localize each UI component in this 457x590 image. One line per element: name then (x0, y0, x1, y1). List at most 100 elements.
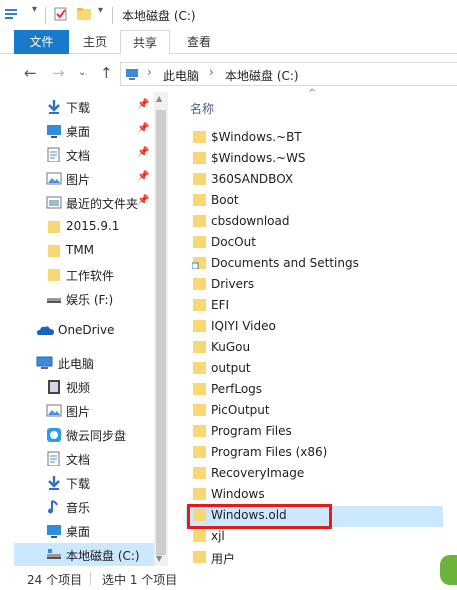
title-separator-2 (112, 7, 113, 24)
file-row[interactable]: Boot (186, 191, 443, 212)
picture-icon (46, 404, 62, 417)
status-bar: 24 个项目 选中 1 个项目 (0, 566, 457, 590)
nav-item-this-pc[interactable]: 此电脑 (0, 351, 154, 375)
folder-icon (193, 404, 206, 416)
nav-item-label: 图片 (66, 405, 91, 419)
folder-icon (193, 299, 206, 311)
pin-icon[interactable]: 📌 (137, 123, 149, 134)
sort-ascending-icon: ^ (308, 88, 317, 99)
nav-item-documents[interactable]: 文档 📌 (0, 143, 154, 167)
pin-icon[interactable]: 📌 (137, 195, 149, 206)
file-row[interactable]: EFI (186, 296, 443, 317)
nav-item-label: 图片 (66, 173, 91, 187)
file-name: IQIYI Video (211, 319, 276, 333)
folder-icon (193, 467, 206, 479)
file-row[interactable]: output (186, 359, 443, 380)
scroll-up-icon[interactable]: ▲ (156, 94, 162, 103)
folder-icon (193, 236, 206, 248)
folder-icon (193, 551, 206, 563)
file-row[interactable]: $Windows.~BT (186, 128, 443, 149)
nav-item-label: 微云同步盘 (66, 429, 127, 443)
nav-item-label: 2015.9.1 (66, 219, 120, 233)
nav-item-label: 本地磁盘 (C:) (66, 549, 140, 563)
picture-icon (46, 172, 62, 185)
video-icon (48, 380, 60, 394)
forward-arrow-icon[interactable]: → (52, 64, 65, 82)
file-name: RecoveryImage (211, 466, 305, 480)
back-arrow-icon[interactable]: ← (24, 64, 37, 82)
file-row[interactable]: Program Files (186, 422, 443, 443)
nav-item-label: 最近的文件夹 (66, 197, 139, 211)
tab-view[interactable]: 查看 (172, 30, 226, 54)
desktop-icon (47, 125, 61, 138)
folder-icon (48, 245, 60, 257)
nav-item-downloads-pc[interactable]: 下载 (0, 471, 154, 495)
file-name: Documents and Settings (211, 256, 359, 270)
nav-item-downloads[interactable]: 下载 📌 (0, 95, 154, 119)
folder-icon (193, 278, 206, 290)
nav-item-recent-folders[interactable]: 最近的文件夹 📌 (0, 191, 154, 215)
tab-home[interactable]: 主页 (70, 30, 120, 54)
file-row[interactable]: KuGou (186, 338, 443, 359)
tab-file[interactable]: 文件 (14, 30, 69, 54)
this-pc-icon (126, 69, 138, 80)
file-row[interactable]: cbsdownload (186, 212, 443, 233)
properties-icon[interactable] (4, 6, 20, 22)
up-arrow-icon[interactable]: ↑ (100, 64, 113, 82)
nav-item-desktop-pc[interactable]: 桌面 (0, 519, 154, 543)
tab-share[interactable]: 共享 (120, 30, 170, 55)
file-name: Program Files (211, 424, 292, 438)
nav-item-weiyun[interactable]: 微云同步盘 (0, 423, 154, 447)
file-name: PerfLogs (211, 382, 263, 396)
folder-icon (48, 221, 60, 233)
pin-icon[interactable]: 📌 (137, 99, 149, 110)
recent-locations-icon[interactable]: ⌄ (78, 67, 86, 78)
file-row[interactable]: PerfLogs (186, 380, 443, 401)
file-row[interactable]: 360SANDBOX (186, 170, 443, 191)
window-title: 本地磁盘 (C:) (122, 9, 196, 23)
file-row[interactable]: $Windows.~WS (186, 149, 443, 170)
nav-item-videos[interactable]: 视频 (0, 375, 154, 399)
nav-item-pictures-pc[interactable]: 图片 (0, 399, 154, 423)
file-row[interactable]: PicOutput (186, 401, 443, 422)
nav-item-music[interactable]: 音乐 (0, 495, 154, 519)
file-row[interactable]: IQIYI Video (186, 317, 443, 338)
pin-icon[interactable]: 📌 (137, 147, 149, 158)
file-row[interactable]: Documents and Settings (186, 254, 443, 275)
file-name: DocOut (211, 235, 256, 249)
folder-icon (193, 446, 206, 458)
nav-item-work-software[interactable]: 工作软件 (0, 263, 154, 287)
file-row[interactable]: Windows (186, 485, 443, 506)
file-row[interactable]: RecoveryImage (186, 464, 443, 485)
nav-pane-scrollbar[interactable]: ▲ ▼ (154, 92, 168, 566)
nav-item-desktop[interactable]: 桌面 📌 (0, 119, 154, 143)
nav-item-documents-pc[interactable]: 文档 (0, 447, 154, 471)
customize-qa-icon[interactable]: ▾ (98, 5, 103, 16)
file-row[interactable]: xjl (186, 527, 443, 548)
folder-icon (193, 131, 206, 143)
scrollbar-thumb[interactable] (156, 110, 166, 555)
column-header-name[interactable]: 名称 (190, 100, 214, 117)
nav-item-label: 娱乐 (F:) (66, 293, 114, 307)
breadcrumb-local-disk[interactable]: 本地磁盘 (C:) (225, 67, 299, 84)
app-corner-icon[interactable] (440, 555, 457, 585)
file-row[interactable]: DocOut (186, 233, 443, 254)
folder-icon (193, 341, 206, 353)
file-row[interactable]: Program Files (x86) (186, 443, 443, 464)
drive-icon (47, 549, 61, 559)
pin-icon[interactable]: 📌 (137, 171, 149, 182)
new-folder-icon[interactable] (76, 6, 92, 22)
nav-item-onedrive[interactable]: OneDrive (0, 319, 154, 343)
checkbox-properties-icon[interactable] (53, 6, 69, 22)
nav-item-pictures[interactable]: 图片 📌 (0, 167, 154, 191)
nav-item-local-disk-c[interactable]: 本地磁盘 (C:) (14, 543, 154, 567)
address-bar[interactable]: › 此电脑 › 本地磁盘 (C:) (120, 62, 457, 86)
nav-item-2015-9-1[interactable]: 2015.9.1 (0, 215, 154, 239)
file-row[interactable]: Drivers (186, 275, 443, 296)
nav-item-entertainment-f[interactable]: 娱乐 (F:) (0, 287, 154, 311)
breadcrumb-this-pc[interactable]: 此电脑 (163, 67, 199, 84)
scroll-down-icon[interactable]: ▼ (156, 554, 162, 563)
nav-item-tmm[interactable]: TMM (0, 239, 154, 263)
qa-dropdown-icon[interactable]: ▾ (32, 4, 37, 15)
selection-count: 选中 1 个项目 (102, 573, 178, 587)
